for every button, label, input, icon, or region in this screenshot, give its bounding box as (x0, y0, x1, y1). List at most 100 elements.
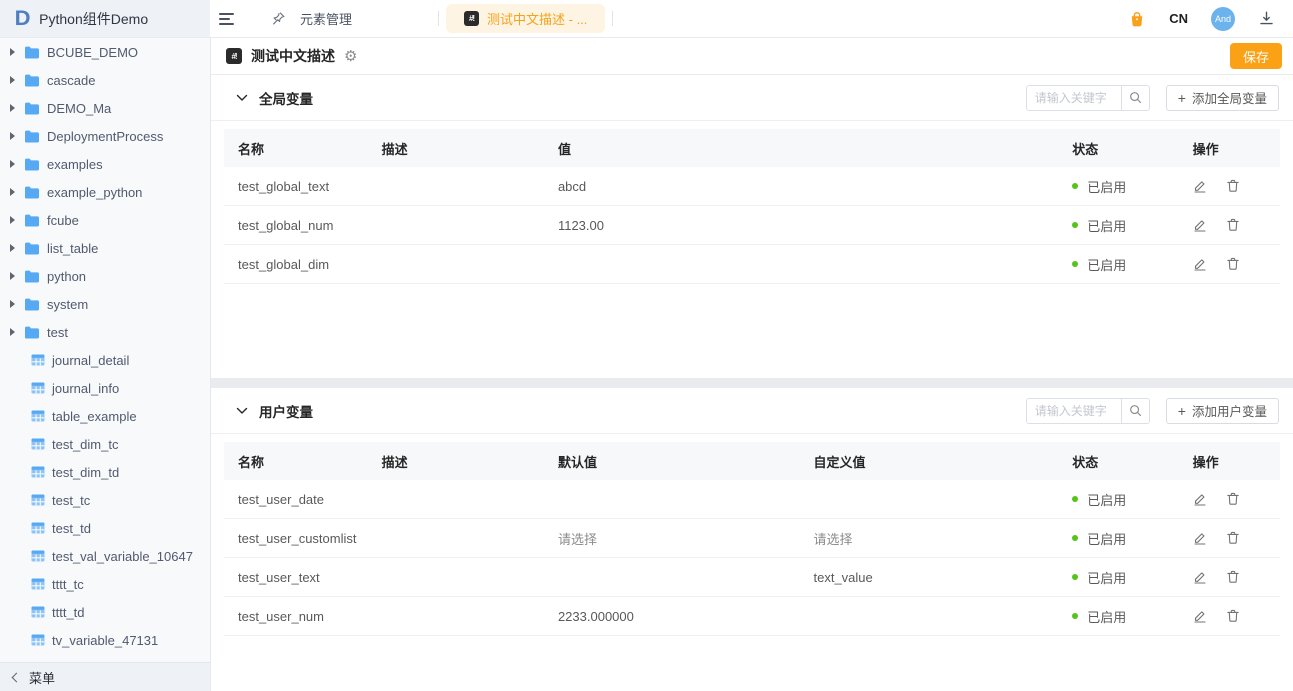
global-search-input[interactable] (1027, 86, 1121, 110)
caret-right-icon[interactable] (10, 48, 15, 56)
sidebar-folder-python[interactable]: python (0, 262, 210, 290)
add-user-variable-button[interactable]: + 添加用户变量 (1166, 398, 1279, 424)
tab-test-chinese-description[interactable]: #! 测试中文描述 - ... (446, 4, 605, 33)
sidebar-item-label: test_tc (52, 493, 90, 508)
folder-icon (24, 298, 40, 311)
status-label: 已启用 (1087, 568, 1126, 587)
user-section-title: 用户变量 (259, 401, 313, 421)
add-global-variable-button[interactable]: + 添加全局变量 (1166, 85, 1279, 111)
sidebar-table-journal-detail[interactable]: journal_detail (0, 346, 210, 374)
sidebar-footer-label: 菜单 (29, 668, 55, 687)
edit-icon[interactable] (1193, 179, 1207, 193)
language-toggle[interactable]: CN (1169, 11, 1188, 26)
sidebar-item-label: python (47, 269, 86, 284)
folder-icon (24, 186, 40, 199)
sidebar-item-label: table_example (52, 409, 137, 424)
chevron-down-icon[interactable] (236, 407, 248, 415)
sidebar-table-table-example[interactable]: table_example (0, 402, 210, 430)
sidebar-folder-demo-ma[interactable]: DEMO_Ma (0, 94, 210, 122)
sidebar-item-label: fcube (47, 213, 79, 228)
sidebar-table-tttt-td[interactable]: tttt_td (0, 598, 210, 626)
status-label: 已启用 (1087, 255, 1126, 274)
sidebar: BCUBE_DEMO cascade DEMO_Ma DeploymentPro… (0, 38, 210, 691)
sidebar-table-tttt-tc[interactable]: tttt_tc (0, 570, 210, 598)
tab-label: 测试中文描述 - ... (487, 9, 587, 28)
sidebar-table-test-val-variable-10647[interactable]: test_val_variable_10647 (0, 542, 210, 570)
edit-icon[interactable] (1193, 531, 1207, 545)
sidebar-table-test-tc[interactable]: test_tc (0, 486, 210, 514)
delete-icon[interactable] (1226, 492, 1240, 506)
gear-icon[interactable]: ⚙ (344, 49, 357, 64)
sidebar-table-journal-info[interactable]: journal_info (0, 374, 210, 402)
edit-icon[interactable] (1193, 492, 1207, 506)
delete-icon[interactable] (1226, 531, 1240, 545)
status-badge: 已启用 (1058, 177, 1178, 196)
sidebar-table-tv-variable-47131[interactable]: tv_variable_47131 (0, 626, 210, 654)
download-icon[interactable] (1258, 10, 1275, 27)
caret-right-icon[interactable] (10, 216, 15, 224)
cell-name: test_user_date (224, 492, 368, 507)
page-header: #! 测试中文描述 ⚙ 保存 (211, 38, 1293, 75)
sidebar-folder-cascade[interactable]: cascade (0, 66, 210, 94)
delete-icon[interactable] (1226, 570, 1240, 584)
save-button[interactable]: 保存 (1230, 43, 1282, 69)
user-avatar[interactable]: And (1211, 7, 1235, 31)
delete-icon[interactable] (1226, 257, 1240, 271)
status-dot-icon (1072, 613, 1078, 619)
user-search-input[interactable] (1027, 399, 1121, 423)
caret-right-icon[interactable] (10, 132, 15, 140)
status-dot-icon (1072, 535, 1078, 541)
row-actions (1179, 531, 1280, 545)
caret-right-icon[interactable] (10, 160, 15, 168)
sidebar-item-label: tv_variable_47131 (52, 633, 158, 648)
chevron-down-icon[interactable] (236, 94, 248, 102)
caret-right-icon[interactable] (10, 188, 15, 196)
hamburger-menu-icon[interactable] (219, 6, 245, 32)
caret-right-icon[interactable] (10, 328, 15, 336)
sidebar-item-label: examples (47, 157, 103, 172)
sidebar-collapse-button[interactable]: 菜单 (0, 662, 210, 691)
edit-icon[interactable] (1193, 257, 1207, 271)
caret-right-icon[interactable] (10, 104, 15, 112)
sidebar-folder-system[interactable]: system (0, 290, 210, 318)
status-badge: 已启用 (1058, 529, 1178, 548)
sidebar-folder-test[interactable]: test (0, 318, 210, 346)
sidebar-table-test-td[interactable]: test_td (0, 514, 210, 542)
delete-icon[interactable] (1226, 609, 1240, 623)
sidebar-folder-fcube[interactable]: fcube (0, 206, 210, 234)
row-actions (1179, 492, 1280, 506)
caret-right-icon[interactable] (10, 76, 15, 84)
caret-right-icon[interactable] (10, 244, 15, 252)
table-row: test_user_date 已启用 (224, 480, 1280, 519)
sidebar-folder-example-python[interactable]: example_python (0, 178, 210, 206)
edit-icon[interactable] (1193, 570, 1207, 584)
folder-icon (24, 326, 40, 339)
caret-right-icon[interactable] (10, 272, 15, 280)
column-header-status: 状态 (1058, 139, 1178, 158)
caret-right-icon[interactable] (10, 300, 15, 308)
sidebar-folder-bcube-demo[interactable]: BCUBE_DEMO (0, 38, 210, 66)
store-bag-icon[interactable] (1128, 10, 1146, 28)
delete-icon[interactable] (1226, 218, 1240, 232)
sidebar-folder-examples[interactable]: examples (0, 150, 210, 178)
sidebar-item-label: test_dim_tc (52, 437, 118, 452)
sidebar-folder-deploymentprocess[interactable]: DeploymentProcess (0, 122, 210, 150)
delete-icon[interactable] (1226, 179, 1240, 193)
table-icon (31, 354, 45, 366)
sidebar-item-label: journal_info (52, 381, 119, 396)
column-header-desc: 描述 (368, 139, 544, 158)
global-variables-section: 全局变量 + 添加全局变量 名称 描述 值 状态 (211, 75, 1293, 378)
top-bar-actions: CN And (1128, 7, 1293, 31)
sidebar-table-test-dim-tc[interactable]: test_dim_tc (0, 430, 210, 458)
sidebar-item-label: tttt_td (52, 605, 85, 620)
edit-icon[interactable] (1193, 609, 1207, 623)
menu-item-element-management[interactable]: 元素管理 (271, 9, 352, 28)
sidebar-item-label: list_table (47, 241, 98, 256)
search-icon[interactable] (1121, 399, 1149, 423)
sidebar-folder-list-table[interactable]: list_table (0, 234, 210, 262)
search-icon[interactable] (1121, 86, 1149, 110)
status-dot-icon (1072, 261, 1078, 267)
folder-icon (24, 158, 40, 171)
edit-icon[interactable] (1193, 218, 1207, 232)
sidebar-table-test-dim-td[interactable]: test_dim_td (0, 458, 210, 486)
